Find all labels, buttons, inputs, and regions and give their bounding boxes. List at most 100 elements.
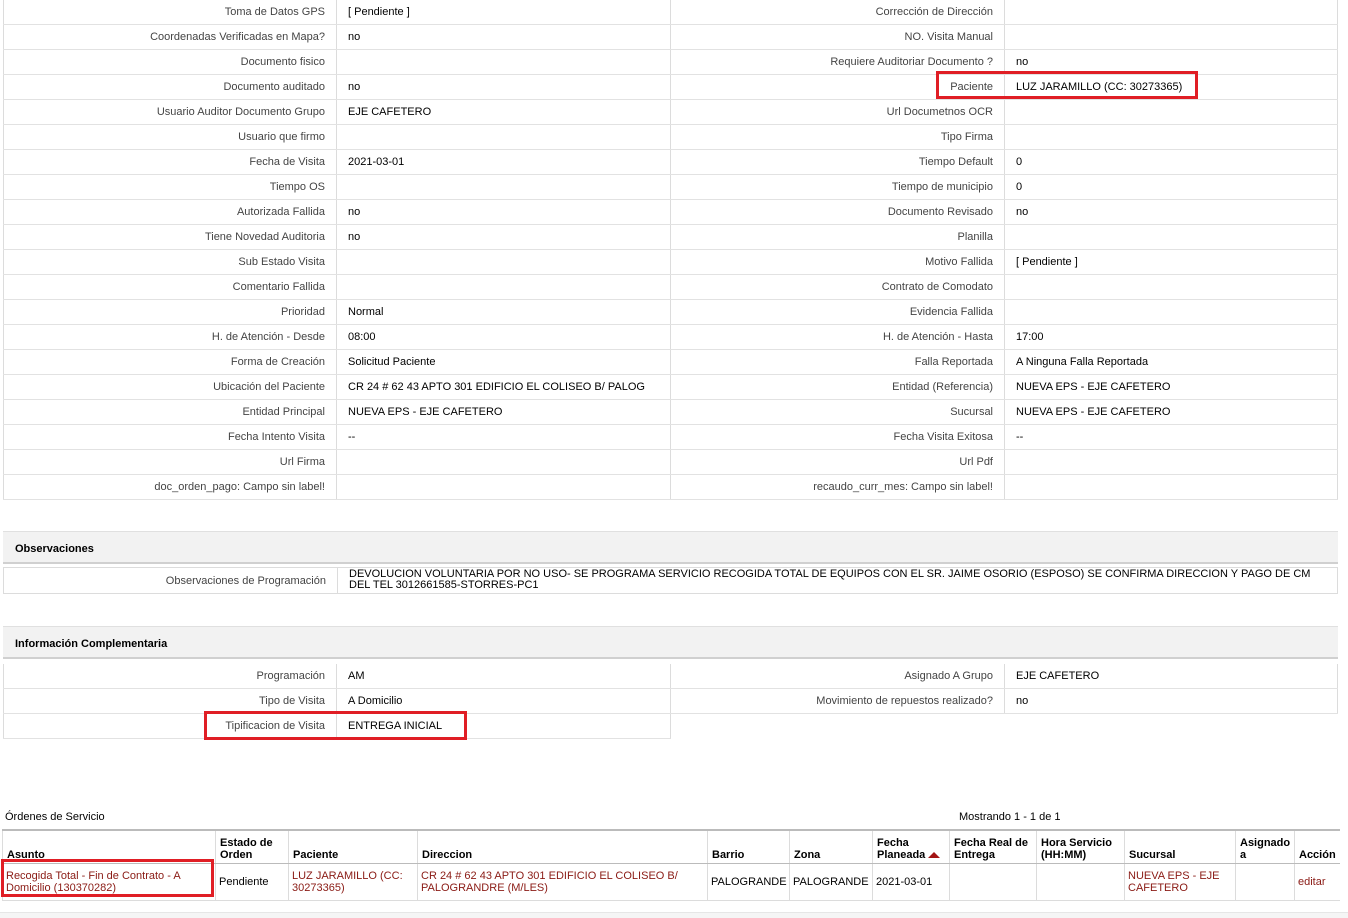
- field-value: NUEVA EPS - EJE CAFETERO: [1004, 375, 1338, 399]
- field-label: Evidencia Fallida: [670, 300, 1004, 324]
- field-label: Falla Reportada: [670, 350, 1004, 374]
- field-label: Url Firma: [3, 450, 336, 474]
- col-paciente[interactable]: Paciente: [288, 829, 418, 864]
- detail-row: Ubicación del Paciente CR 24 # 62 43 APTO…: [3, 375, 1338, 400]
- field-label: Planilla: [670, 225, 1004, 249]
- field-label: Tipo Firma: [670, 125, 1004, 149]
- field-value: 0: [1004, 150, 1338, 174]
- field-value: 08:00: [336, 325, 670, 349]
- field-value: NUEVA EPS - EJE CAFETERO: [336, 400, 670, 424]
- col-sucursal[interactable]: Sucursal: [1124, 829, 1236, 864]
- field-value: [1004, 225, 1338, 249]
- ordenes-title: Órdenes de Servicio: [5, 811, 105, 823]
- detail-row: doc_orden_pago: Campo sin label! recaudo_…: [3, 475, 1338, 500]
- field-value: Solicitud Paciente: [336, 350, 670, 374]
- field-value: AM: [336, 664, 670, 688]
- field-label: recaudo_curr_mes: Campo sin label!: [670, 475, 1004, 499]
- detail-row: Fecha de Visita 2021-03-01 Tiempo Default 0: [3, 150, 1338, 175]
- field-value: [1004, 450, 1338, 474]
- field-value: no: [1004, 200, 1338, 224]
- field-label: Toma de Datos GPS: [3, 0, 336, 24]
- field-label: Documento Revisado: [670, 200, 1004, 224]
- detail-row: H. de Atención - Desde 08:00 H. de Atenció…: [3, 325, 1338, 350]
- field-label: H. de Atención - Desde: [3, 325, 336, 349]
- field-value: no: [336, 200, 670, 224]
- field-label: Programación: [3, 664, 336, 688]
- ordenes-count: Mostrando 1 - 1 de 1: [959, 811, 1061, 823]
- col-hora[interactable]: Hora Servicio (HH:MM): [1036, 829, 1125, 864]
- highlight-asunto: [1, 859, 214, 897]
- field-value: [336, 250, 670, 274]
- field-label: Tipo de Visita: [3, 689, 336, 713]
- field-label: Url Pdf: [670, 450, 1004, 474]
- field-label: Ubicación del Paciente: [3, 375, 336, 399]
- detail-row: Tiempo OS Tiempo de municipio 0: [3, 175, 1338, 200]
- fecha-cell: 2021-03-01: [872, 863, 950, 901]
- detail-row: Coordenadas Verificadas en Mapa? no NO. Vi…: [3, 25, 1338, 50]
- field-value: NUEVA EPS - EJE CAFETERO: [1004, 400, 1338, 424]
- col-estado[interactable]: Estado de Orden: [215, 829, 289, 864]
- observaciones-title: Observaciones: [15, 543, 94, 555]
- col-fecha-planeada[interactable]: Fecha Planeada: [872, 829, 950, 864]
- field-value: [336, 175, 670, 199]
- field-value: 2021-03-01: [336, 150, 670, 174]
- detail-row: Sub Estado Visita Motivo Fallida[ Pendien…: [3, 250, 1338, 275]
- detail-row: Url Firma Url Pdf: [3, 450, 1338, 475]
- fecha-real-cell: [949, 863, 1037, 901]
- field-value: [336, 475, 670, 499]
- field-label: Tiempo Default: [670, 150, 1004, 174]
- field-label: Usuario Auditor Documento Grupo: [3, 100, 336, 124]
- field-label: Url Documetnos OCR: [670, 100, 1004, 124]
- field-value: [ Pendiente ]: [336, 0, 670, 24]
- editar-link[interactable]: editar: [1294, 863, 1340, 901]
- field-value: 0: [1004, 175, 1338, 199]
- field-value: EJE CAFETERO: [1004, 664, 1338, 688]
- field-value: [1004, 25, 1338, 49]
- field-label: Contrato de Comodato: [670, 275, 1004, 299]
- field-value: [1004, 300, 1338, 324]
- field-value: [1004, 275, 1338, 299]
- field-label: Autorizada Fallida: [3, 200, 336, 224]
- field-value: [1004, 475, 1338, 499]
- col-zona[interactable]: Zona: [789, 829, 873, 864]
- field-label: Sub Estado Visita: [3, 250, 336, 274]
- field-value: no: [336, 25, 670, 49]
- col-barrio[interactable]: Barrio: [707, 829, 790, 864]
- detail-row: Usuario Auditor Documento Grupo EJE CAFET…: [3, 100, 1338, 125]
- observaciones-row: Observaciones de Programación DEVOLUCION…: [3, 567, 1338, 594]
- field-label: Sucursal: [670, 400, 1004, 424]
- observaciones-label: Observaciones de Programación: [165, 574, 326, 587]
- field-label: Tiene Novedad Auditoria: [3, 225, 336, 249]
- field-label: Corrección de Dirección: [670, 0, 1004, 24]
- field-value: no: [1004, 689, 1338, 713]
- col-fecha-planeada-label: Fecha Planeada: [877, 837, 926, 861]
- field-label: doc_orden_pago: Campo sin label!: [3, 475, 336, 499]
- field-value: no: [336, 225, 670, 249]
- detail-row: Usuario que firmo Tipo Firma: [3, 125, 1338, 150]
- detail-row: Forma de Creación Solicitud Paciente Falla…: [3, 350, 1338, 375]
- field-label: NO. Visita Manual: [670, 25, 1004, 49]
- field-label: Movimiento de repuestos realizado?: [670, 689, 1004, 713]
- observaciones-header: Observaciones: [3, 531, 1338, 564]
- field-label: Asignado A Grupo: [670, 664, 1004, 688]
- detail-row: Tiene Novedad Auditoria no Planilla: [3, 225, 1338, 250]
- field-label: Documento fisico: [3, 50, 336, 74]
- detail-row: Toma de Datos GPS[ Pendiente ] Corrección…: [3, 0, 1338, 25]
- field-value: A Domicilio: [336, 689, 670, 713]
- field-label: H. de Atención - Hasta: [670, 325, 1004, 349]
- field-label: Entidad (Referencia): [670, 375, 1004, 399]
- detail-row: Entidad Principal NUEVA EPS - EJE CAFETER…: [3, 400, 1338, 425]
- field-label: Entidad Principal: [3, 400, 336, 424]
- hora-cell: [1036, 863, 1125, 901]
- field-value: [1004, 100, 1338, 124]
- col-fecha-real[interactable]: Fecha Real de Entrega: [949, 829, 1037, 864]
- field-label: Fecha de Visita: [3, 150, 336, 174]
- detail-row: Autorizada Fallida no Documento Revisado no: [3, 200, 1338, 225]
- col-direccion[interactable]: Direccion: [417, 829, 708, 864]
- field-label: Fecha Visita Exitosa: [670, 425, 1004, 449]
- field-label: Fecha Intento Visita: [3, 425, 336, 449]
- observaciones-value: DEVOLUCION VOLUNTARIA POR NO USO- SE PRO…: [337, 568, 1337, 593]
- col-asignado[interactable]: Asignado a: [1235, 829, 1295, 864]
- field-value: A Ninguna Falla Reportada: [1004, 350, 1338, 374]
- field-label: Tiempo OS: [3, 175, 336, 199]
